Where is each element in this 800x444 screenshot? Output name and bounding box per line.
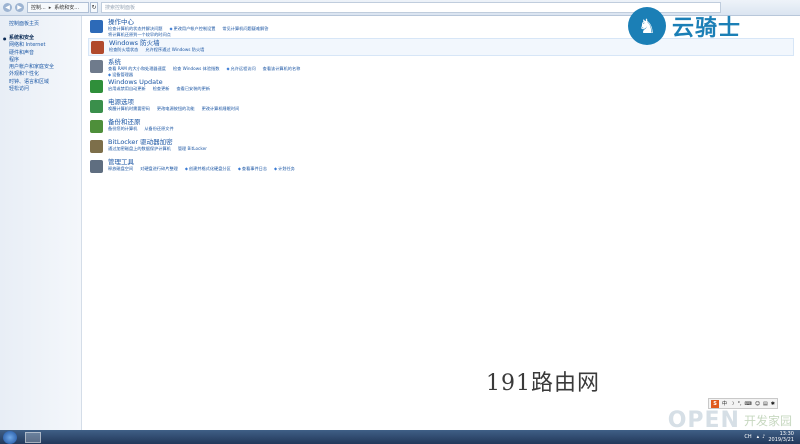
category-backup-restore: 备份和还原 备份您的计算机 从备份还原文件 — [88, 118, 798, 136]
sidebar-item-appearance[interactable]: 外观和个性化 — [9, 71, 81, 78]
firewall-icon — [91, 41, 104, 54]
category-admin-tools: 管理工具 释放磁盘空间 对硬盘进行碎片整理 创建并格式化硬盘分区 查看事件日志 … — [88, 158, 798, 176]
category-link[interactable]: 更改计算机睡眠时间 — [202, 106, 240, 112]
taskbar-app-control-panel[interactable] — [25, 431, 41, 443]
knight-icon: ♞ — [628, 7, 666, 45]
network-icon[interactable]: ▴ — [757, 434, 760, 440]
category-power-options: 电源选项 唤醒计算机时需要密码 更改电源按钮的功能 更改计算机睡眠时间 — [88, 98, 798, 116]
update-icon — [90, 80, 103, 93]
search-placeholder: 搜索控制面板 — [105, 5, 136, 11]
watermark-cn: 开发家园 — [743, 414, 792, 428]
sidebar-home-link[interactable]: 控制面板主页 — [9, 20, 81, 27]
category-title[interactable]: 备份和还原 — [108, 118, 798, 126]
category-link[interactable]: 查看事件日志 — [238, 166, 267, 172]
category-link[interactable]: 检查 Windows 体验指数 — [173, 66, 219, 72]
category-link[interactable]: 创建并格式化硬盘分区 — [185, 166, 231, 172]
sogou-icon[interactable]: S — [711, 399, 719, 408]
category-link[interactable]: 允许远程访问 — [226, 66, 256, 72]
tools-icon — [90, 160, 103, 173]
tools-icon[interactable]: ✱ — [771, 401, 775, 407]
category-link[interactable]: 常见计算机问题疑难解答 — [222, 26, 268, 32]
category-link[interactable]: 对硬盘进行碎片整理 — [140, 166, 178, 172]
category-link[interactable]: 检查防火墙状态 — [109, 47, 138, 53]
volume-icon[interactable]: ♪ — [762, 434, 765, 440]
category-link[interactable]: 查看已安装的更新 — [176, 86, 210, 92]
category-link[interactable]: 查看该计算机的名称 — [263, 66, 301, 72]
back-icon[interactable]: ◀ — [3, 3, 12, 12]
category-link[interactable]: 唤醒计算机时需要密码 — [108, 106, 150, 112]
category-link[interactable]: 释放磁盘空间 — [108, 166, 133, 172]
backup-icon — [90, 120, 103, 133]
flag-icon — [90, 20, 103, 33]
language-indicator[interactable]: CH — [742, 434, 753, 440]
clock-date: 2019/3/21 — [768, 437, 794, 443]
category-link[interactable]: 从备份还原文件 — [144, 126, 173, 132]
sidebar: 控制面板主页 系统和安全 网络和 Internet 硬件和声音 程序 用户帐户和… — [0, 16, 82, 430]
watermark-text: 191路由网 — [486, 371, 600, 396]
category-link[interactable]: 允许程序通过 Windows 防火墙 — [145, 47, 204, 53]
sidebar-item-network[interactable]: 网络和 Internet — [9, 42, 81, 49]
category-link[interactable]: 备份您的计算机 — [108, 126, 137, 132]
forward-icon[interactable]: ▶ — [15, 3, 24, 12]
breadcrumb-separator: ▸ — [48, 4, 52, 11]
category-title[interactable]: BitLocker 驱动器加密 — [108, 138, 798, 146]
category-link[interactable]: 更改用户帐户控制设置 — [169, 26, 216, 32]
category-link[interactable]: 检查更新 — [153, 86, 170, 92]
sidebar-item-hardware[interactable]: 硬件和声音 — [9, 50, 81, 57]
lock-icon — [90, 140, 103, 153]
category-windows-update: Windows Update 启用或禁用自动更新 检查更新 查看已安装的更新 — [88, 78, 798, 96]
category-title[interactable]: 电源选项 — [108, 98, 798, 106]
start-button[interactable] — [3, 430, 17, 444]
category-bitlocker: BitLocker 驱动器加密 通过加密磁盘上的数据保护计算机 管理 BitLo… — [88, 138, 798, 156]
taskbar: CH ▴ ♪ 13:30 2019/3/21 — [0, 430, 800, 444]
logo-text: 云骑士 — [672, 16, 742, 41]
shirt-icon[interactable]: ▤ — [763, 401, 768, 407]
user-icon[interactable]: ☺ — [755, 401, 760, 407]
sidebar-item-ease-of-access[interactable]: 轻松访问 — [9, 86, 81, 93]
punct-icon[interactable]: °, — [738, 401, 742, 407]
category-link[interactable]: 更改电源按钮的功能 — [157, 106, 195, 112]
category-title[interactable]: Windows Update — [108, 78, 798, 86]
breadcrumb-item[interactable]: 系统和安... — [54, 4, 79, 11]
ime-lang[interactable]: 中 — [722, 400, 727, 407]
category-system: 系统 查看 RAM 的大小和处理器速度 检查 Windows 体验指数 允许远程… — [88, 58, 798, 77]
breadcrumb[interactable]: 控制... ▸ 系统和安... — [27, 2, 89, 13]
category-link[interactable]: 管理 BitLocker — [178, 146, 207, 152]
category-title[interactable]: 管理工具 — [108, 158, 798, 166]
category-title[interactable]: 系统 — [108, 58, 798, 66]
battery-icon — [90, 100, 103, 113]
keyboard-icon[interactable]: ⌨ — [745, 401, 752, 407]
computer-icon — [90, 60, 103, 73]
moon-icon[interactable]: ☽ — [730, 401, 734, 407]
sidebar-item-clock-language[interactable]: 时钟、语言和区域 — [9, 79, 81, 86]
refresh-icon[interactable]: ↻ — [90, 2, 98, 13]
category-link[interactable]: 计划任务 — [274, 166, 295, 172]
yunqishi-logo: ♞ 云骑士 — [628, 4, 788, 48]
category-link[interactable]: 启用或禁用自动更新 — [108, 86, 146, 92]
system-tray: CH ▴ ♪ 13:30 2019/3/21 — [742, 431, 800, 443]
category-link[interactable]: 通过加密磁盘上的数据保护计算机 — [108, 146, 171, 152]
breadcrumb-item[interactable]: 控制... — [31, 4, 46, 11]
clock[interactable]: 13:30 2019/3/21 — [768, 431, 794, 443]
